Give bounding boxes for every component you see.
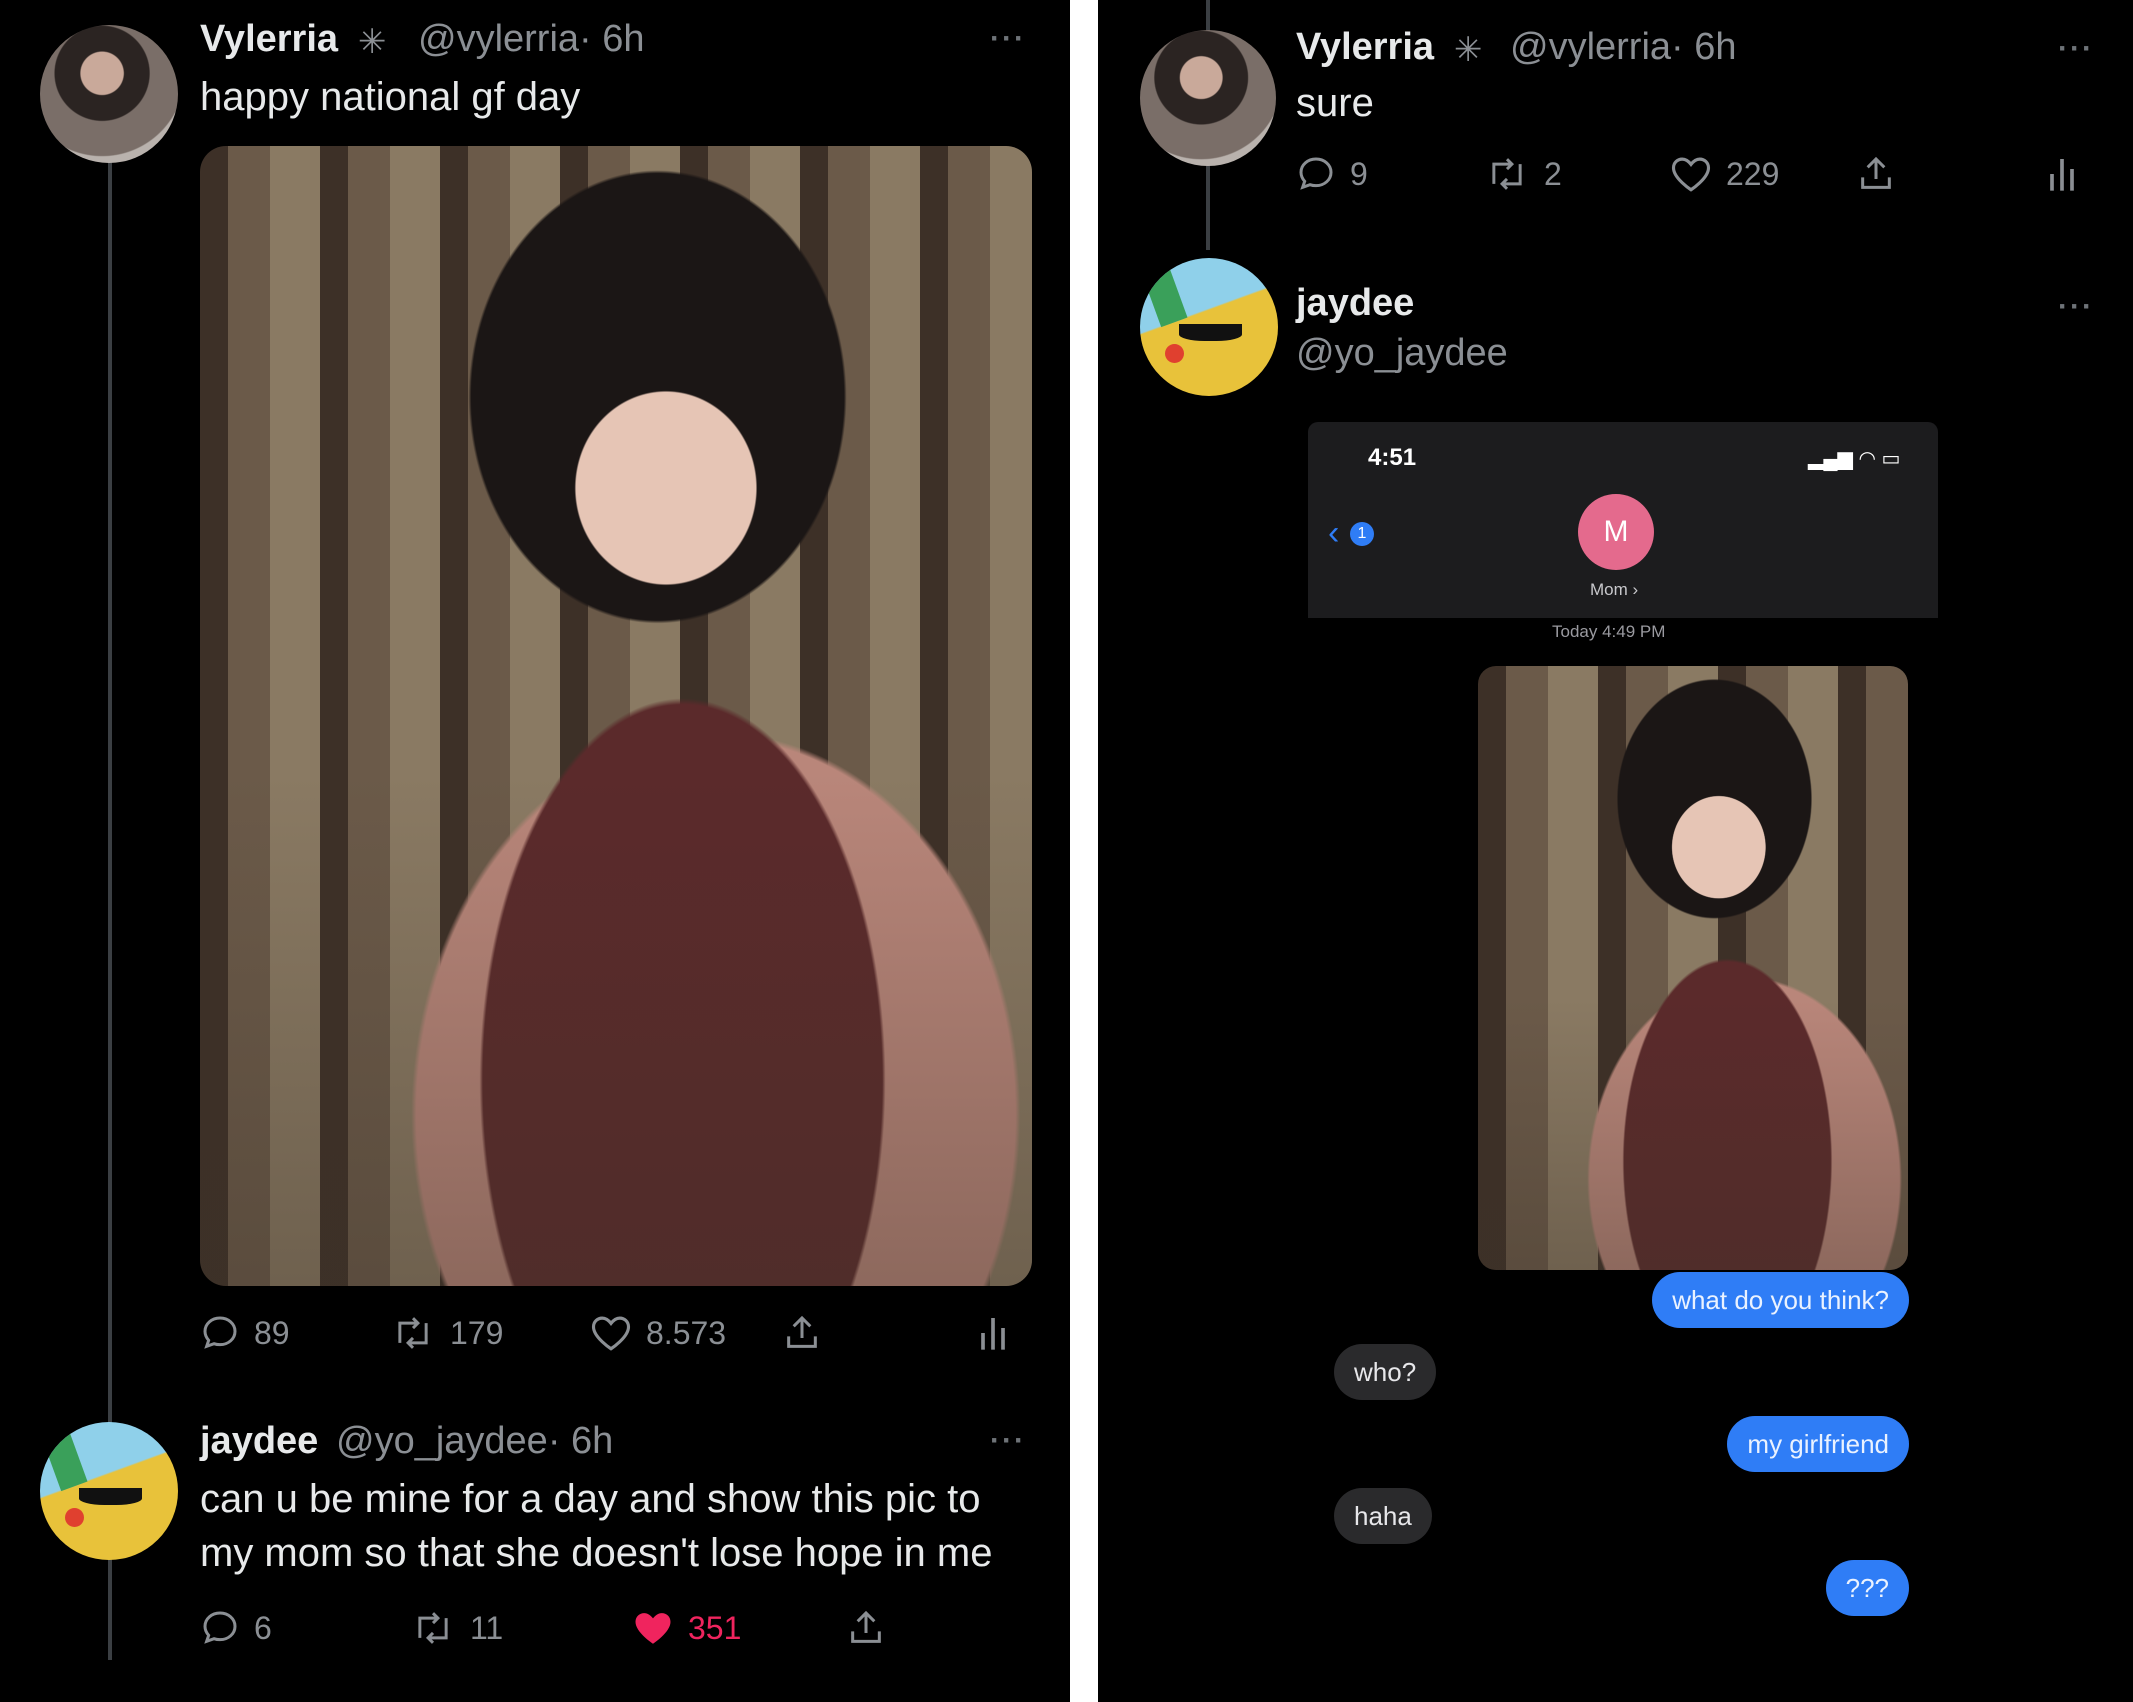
share-button[interactable] xyxy=(846,1608,886,1648)
like-button[interactable]: 8.573 xyxy=(590,1313,726,1353)
spider-emoji-icon: ✳ xyxy=(1454,31,1483,69)
handle-text: @vylerria xyxy=(1510,26,1672,68)
like-count: 8.573 xyxy=(646,1314,727,1351)
reply-time: · 6h xyxy=(547,1420,614,1462)
retweet-icon xyxy=(1492,158,1522,190)
tweet-actions: 89 179 8.573 xyxy=(200,1305,1020,1361)
reply-text-line-2: my mom so that she doesn't lose hope in … xyxy=(200,1531,993,1575)
tweet-time: · 6h xyxy=(1671,26,1737,68)
signal-icon: ▂▄▆ xyxy=(1808,448,1853,470)
retweet-count: 2 xyxy=(1544,155,1562,192)
share-icon xyxy=(1861,156,1891,189)
reply-count: 89 xyxy=(254,1314,290,1351)
reply-icon xyxy=(203,1611,237,1644)
share-icon xyxy=(851,1610,881,1643)
reply-text-line-1: can u be mine for a day and show this pi… xyxy=(200,1477,981,1521)
reply-icon xyxy=(1299,157,1333,190)
share-button[interactable] xyxy=(782,1313,822,1353)
retweet-button[interactable]: 2 xyxy=(1484,154,1562,194)
retweet-icon xyxy=(418,1612,448,1644)
retweet-button[interactable]: 11 xyxy=(410,1608,503,1648)
reply-more-options-icon[interactable]: ··· xyxy=(990,1424,1026,1458)
contact-avatar[interactable]: M xyxy=(1578,494,1654,570)
tweet-text: happy national gf day xyxy=(200,75,581,119)
reply-button[interactable]: 9 xyxy=(1296,154,1368,194)
like-button[interactable]: 351 xyxy=(632,1608,741,1648)
jaydee-avatar[interactable] xyxy=(1140,258,1278,396)
retweet-button[interactable]: 179 xyxy=(390,1313,503,1353)
analytics-icon xyxy=(981,1318,1005,1350)
reply-author-name[interactable]: jaydee xyxy=(200,1420,318,1463)
message-bubble-received: who? xyxy=(1334,1344,1437,1400)
status-bar-icons: ▂▄▆ ◠ ▭ xyxy=(1808,446,1900,471)
back-chevron-icon[interactable]: ‹ xyxy=(1328,514,1339,553)
message-bubble-sent: what do you think? xyxy=(1652,1272,1909,1328)
vylerria-avatar[interactable] xyxy=(1140,30,1276,166)
tweet-actions: 9 2 229 xyxy=(1296,146,2116,202)
heart-icon xyxy=(591,1316,631,1351)
jaydee-avatar[interactable] xyxy=(40,1422,178,1560)
battery-icon: ▭ xyxy=(1881,448,1901,470)
tweet-time: · 6h xyxy=(579,18,645,60)
unread-count-badge: 1 xyxy=(1350,522,1374,546)
handle-text: @vylerria xyxy=(418,18,580,60)
like-button[interactable]: 229 xyxy=(1670,154,1779,194)
message-bubble-received: haha xyxy=(1334,1488,1432,1544)
contact-name[interactable]: Mom › xyxy=(1590,580,1638,600)
reply-more-options-icon[interactable]: ··· xyxy=(2058,290,2094,324)
message-timestamp: Today 4:49 PM xyxy=(1552,622,1666,641)
reply-count: 6 xyxy=(254,1609,272,1646)
handle-text: @yo_jaydee xyxy=(336,1420,548,1462)
reply-button[interactable]: 89 xyxy=(200,1313,290,1353)
status-bar-time: 4:51 xyxy=(1368,444,1417,471)
more-options-icon[interactable]: ··· xyxy=(2058,32,2094,66)
analytics-button[interactable] xyxy=(2044,154,2080,194)
share-button[interactable] xyxy=(1856,154,1896,194)
reply-author-name[interactable]: jaydee xyxy=(1296,282,1414,325)
more-options-icon[interactable]: ··· xyxy=(990,22,1026,56)
author-name[interactable]: Vylerria xyxy=(200,18,338,61)
vylerria-avatar[interactable] xyxy=(40,25,178,163)
message-bubble-sent: my girlfriend xyxy=(1727,1416,1909,1472)
analytics-button[interactable] xyxy=(975,1313,1011,1353)
right-screenshot-panel: Vylerria ✳ @vylerria· 6h ··· sure 9 2 22… xyxy=(1098,0,2133,1702)
sent-photo[interactable] xyxy=(1478,666,1908,1270)
left-screenshot-panel: Vylerria ✳ @vylerria· 6h ··· happy natio… xyxy=(0,0,1070,1702)
reply-button[interactable]: 6 xyxy=(200,1608,272,1648)
analytics-icon xyxy=(2050,159,2074,191)
reply-count: 9 xyxy=(1350,155,1368,192)
retweet-count: 11 xyxy=(470,1609,504,1646)
tweet-text: sure xyxy=(1296,81,1374,125)
tweet-photo[interactable] xyxy=(200,146,1032,1286)
message-bubble-sent: ??? xyxy=(1825,1560,1909,1616)
reply-author-handle[interactable]: @yo_jaydee xyxy=(1296,332,1508,375)
share-icon xyxy=(787,1315,817,1348)
author-name[interactable]: Vylerria xyxy=(1296,26,1434,69)
like-count: 351 xyxy=(688,1609,742,1646)
spider-emoji-icon: ✳ xyxy=(358,23,387,61)
reply-actions: 6 11 351 xyxy=(200,1600,1020,1656)
reply-author-handle[interactable]: @yo_jaydee· 6h xyxy=(336,1420,613,1463)
author-handle[interactable]: @vylerria· 6h xyxy=(1510,26,1737,69)
reply-icon xyxy=(203,1316,237,1349)
imessage-header: 4:51 ▂▄▆ ◠ ▭ ‹ 1 M Mom › xyxy=(1308,422,1938,618)
retweet-icon xyxy=(398,1317,428,1349)
heart-filled-icon xyxy=(635,1613,671,1644)
like-count: 229 xyxy=(1726,155,1780,192)
wifi-icon: ◠ xyxy=(1858,448,1876,470)
retweet-count: 179 xyxy=(450,1314,504,1351)
heart-icon xyxy=(1671,157,1711,192)
author-handle[interactable]: @vylerria· 6h xyxy=(418,18,645,61)
